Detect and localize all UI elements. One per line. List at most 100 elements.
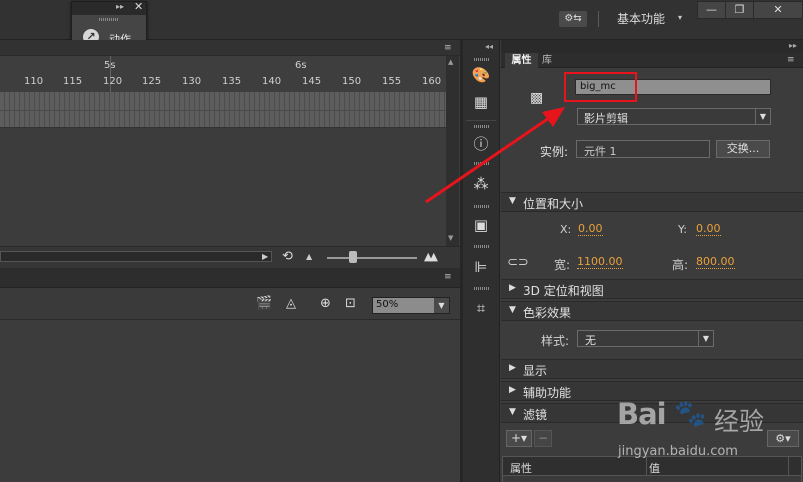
style-value: 无 xyxy=(585,334,596,347)
scroll-right-icon[interactable]: ▶ xyxy=(262,252,268,261)
y-label: Y: xyxy=(678,223,687,236)
edit-scene-icon[interactable]: 🎬 xyxy=(256,296,272,311)
sync-settings-button[interactable]: ⚙⇆ xyxy=(559,11,587,27)
collapsed-triangle-icon[interactable]: ▶ xyxy=(509,363,516,373)
transform-icon[interactable]: ⌗ xyxy=(470,298,492,318)
column-header-property: 属性 xyxy=(510,462,532,475)
height-label: 高: xyxy=(672,258,689,272)
drag-grip[interactable] xyxy=(99,18,119,21)
style-label: 样式: xyxy=(541,334,570,348)
properties-panel-header[interactable] xyxy=(501,40,803,53)
symbol-type-dropdown[interactable]: 影片剪辑 ▼ xyxy=(577,108,771,125)
collapse-arrows-icon[interactable]: ▸▸ xyxy=(116,2,124,11)
stage-tab-bar xyxy=(0,268,460,288)
timeline-ruler[interactable]: 5s 6s 110 115 120 125 130 135 140 145 15… xyxy=(0,56,446,92)
close-icon[interactable]: ✕ xyxy=(134,0,143,13)
collapsed-triangle-icon[interactable]: ▶ xyxy=(509,385,516,395)
annotation-arrow xyxy=(425,107,565,204)
watermark-url: jingyan.baidu.com xyxy=(618,444,738,459)
section-title: 色彩效果 xyxy=(523,306,572,320)
chevron-down-icon[interactable]: ▼ xyxy=(434,298,449,313)
color-palette-icon[interactable]: 🎨 xyxy=(470,65,492,85)
collapse-arrows-icon[interactable]: ▸▸ xyxy=(789,41,797,50)
section-display[interactable]: ▶ 显示 xyxy=(501,359,803,379)
tab-properties[interactable]: 属性 xyxy=(505,53,538,68)
remove-filter-button[interactable]: − xyxy=(534,430,552,447)
color-style-dropdown[interactable]: 无 ▼ xyxy=(577,330,714,347)
instance-of-field: 元件 1 xyxy=(576,140,710,158)
zoom-dropdown[interactable]: 50% ▼ xyxy=(372,297,450,314)
loop-icon[interactable]: ⟲ xyxy=(282,249,293,264)
frame-number: 160 xyxy=(422,76,442,87)
scroll-down-icon[interactable]: ▼ xyxy=(448,234,453,242)
frame-number: 110 xyxy=(24,76,44,87)
watermark-logo-suffix: 经验 xyxy=(714,407,765,436)
zoom-value: 50% xyxy=(376,299,399,310)
section-3d-position[interactable]: ▶ 3D 定位和视图 xyxy=(501,279,803,299)
zoom-out-icon[interactable]: ▲ xyxy=(306,252,312,261)
frame-number: 125 xyxy=(142,76,162,87)
paw-icon: 🐾 xyxy=(674,399,707,429)
frame-number: 150 xyxy=(342,76,362,87)
watermark-logo: Bai xyxy=(617,397,667,431)
panel-menu-icon[interactable]: ≡ xyxy=(444,43,452,53)
section-title: 滤镜 xyxy=(523,408,548,422)
tab-library[interactable]: 库 xyxy=(542,53,552,68)
height-value[interactable]: 800.00 xyxy=(696,256,735,269)
highlight-annotation-box xyxy=(564,72,637,102)
minimize-button[interactable]: — xyxy=(697,1,726,19)
collapsed-triangle-icon[interactable]: ▶ xyxy=(509,283,516,293)
frame-number: 140 xyxy=(262,76,282,87)
restore-button[interactable]: ❐ xyxy=(725,1,754,19)
lock-proportions-icon[interactable]: ⊂⊃ xyxy=(507,255,529,270)
width-value[interactable]: 1100.00 xyxy=(577,256,623,269)
align-icon[interactable]: ⊫ xyxy=(470,257,492,277)
add-filter-button[interactable]: +▾ xyxy=(506,430,532,447)
section-title: 显示 xyxy=(523,364,548,378)
close-window-button[interactable]: ✕ xyxy=(753,1,803,19)
frame-grid[interactable] xyxy=(0,92,446,128)
panel-menu-icon[interactable]: ≡ xyxy=(787,55,795,65)
frame-number: 155 xyxy=(382,76,402,87)
symbol-type-value: 影片剪辑 xyxy=(584,112,628,125)
x-label: X: xyxy=(560,223,572,236)
edit-symbols-icon[interactable]: ◬ xyxy=(286,296,296,311)
stage-canvas[interactable] xyxy=(0,320,460,482)
drag-grip[interactable] xyxy=(474,287,490,290)
snap-to-center-icon[interactable]: ⊕ xyxy=(320,296,331,311)
clip-stage-icon[interactable]: ⊡ xyxy=(345,296,356,311)
collapse-arrows-icon[interactable]: ◂◂ xyxy=(485,42,493,51)
frame-number: 145 xyxy=(302,76,322,87)
section-title: 辅助功能 xyxy=(523,386,572,400)
slider-thumb[interactable] xyxy=(349,251,357,263)
frame-number: 130 xyxy=(182,76,202,87)
drag-grip[interactable] xyxy=(474,58,490,61)
width-label: 宽: xyxy=(554,258,571,272)
frame-number: 120 xyxy=(103,76,123,87)
workspace-switcher[interactable]: 基本功能 xyxy=(617,10,665,27)
chevron-down-icon[interactable]: ▼ xyxy=(755,109,770,124)
instance-of-value: 元件 1 xyxy=(584,145,617,158)
timeline-empty-area[interactable] xyxy=(0,128,446,246)
x-value[interactable]: 0.00 xyxy=(578,223,603,236)
timeline-header xyxy=(0,40,460,56)
section-title: 3D 定位和视图 xyxy=(523,284,604,298)
section-color-effect[interactable]: ▼ 色彩效果 xyxy=(501,301,803,321)
expanded-triangle-icon[interactable]: ▼ xyxy=(509,305,516,315)
code-snippets-icon[interactable]: ▣ xyxy=(470,215,492,235)
timeline-horizontal-scrollbar[interactable] xyxy=(0,251,272,262)
divider xyxy=(598,11,599,27)
frame-number: 135 xyxy=(222,76,242,87)
y-value[interactable]: 0.00 xyxy=(696,223,721,236)
playhead[interactable] xyxy=(110,56,111,92)
zoom-in-icon[interactable]: ▲▲ xyxy=(424,250,438,263)
panel-menu-icon[interactable]: ≡ xyxy=(444,272,452,282)
expanded-triangle-icon[interactable]: ▼ xyxy=(509,407,516,417)
chevron-down-icon[interactable]: ▾ xyxy=(678,13,682,22)
timeline-zoom-slider[interactable] xyxy=(327,257,417,259)
drag-grip[interactable] xyxy=(474,245,490,248)
scroll-up-icon[interactable]: ▲ xyxy=(448,58,453,66)
baidu-watermark: Bai 🐾 经验 jingyan.baidu.com xyxy=(617,397,803,482)
swap-button[interactable]: 交换... xyxy=(716,140,770,158)
chevron-down-icon[interactable]: ▼ xyxy=(698,331,713,346)
